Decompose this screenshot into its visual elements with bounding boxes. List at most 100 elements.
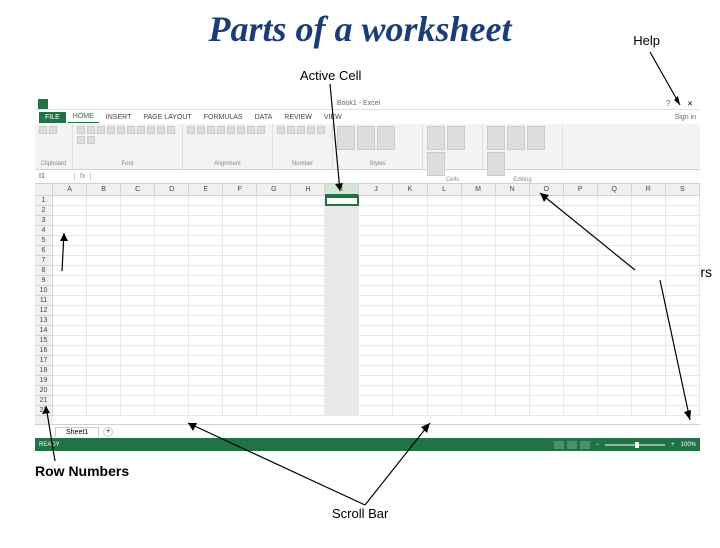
cell[interactable]: [462, 336, 496, 346]
ribbon-button[interactable]: [117, 126, 125, 134]
cell[interactable]: [598, 396, 632, 406]
ribbon-button[interactable]: [307, 126, 315, 134]
cell[interactable]: [530, 406, 564, 416]
cell[interactable]: [462, 386, 496, 396]
cell[interactable]: [496, 326, 530, 336]
cell[interactable]: [257, 266, 291, 276]
cell[interactable]: [598, 346, 632, 356]
cell[interactable]: [666, 266, 700, 276]
cell[interactable]: [87, 326, 121, 336]
column-header[interactable]: I: [325, 184, 359, 196]
cell[interactable]: [359, 326, 393, 336]
cell[interactable]: [87, 356, 121, 366]
cell[interactable]: [53, 286, 87, 296]
cell[interactable]: [189, 346, 223, 356]
cell[interactable]: [53, 296, 87, 306]
cell[interactable]: [359, 216, 393, 226]
cell[interactable]: [496, 276, 530, 286]
cell[interactable]: [257, 406, 291, 416]
cell[interactable]: [87, 256, 121, 266]
cell[interactable]: [325, 356, 359, 366]
ribbon-button[interactable]: [167, 126, 175, 134]
cell[interactable]: [564, 396, 598, 406]
cell[interactable]: [632, 216, 666, 226]
cell[interactable]: [325, 306, 359, 316]
cell[interactable]: [257, 256, 291, 266]
cell[interactable]: [530, 296, 564, 306]
cell[interactable]: [598, 266, 632, 276]
cell[interactable]: [291, 366, 325, 376]
cell[interactable]: [291, 206, 325, 216]
cell[interactable]: [155, 226, 189, 236]
cell[interactable]: [428, 206, 462, 216]
cell[interactable]: [564, 366, 598, 376]
cell[interactable]: [598, 226, 632, 236]
row-header[interactable]: 15: [35, 336, 53, 346]
cell[interactable]: [223, 366, 257, 376]
zoom-slider[interactable]: [605, 444, 665, 446]
cell[interactable]: [393, 366, 427, 376]
cell[interactable]: [359, 296, 393, 306]
cell[interactable]: [291, 246, 325, 256]
cell[interactable]: [291, 296, 325, 306]
row-header[interactable]: 2: [35, 206, 53, 216]
cell[interactable]: [87, 246, 121, 256]
cell[interactable]: [530, 216, 564, 226]
cell[interactable]: [564, 196, 598, 206]
cell[interactable]: [496, 376, 530, 386]
cell[interactable]: [393, 266, 427, 276]
cell[interactable]: [87, 286, 121, 296]
cell[interactable]: [155, 366, 189, 376]
cell[interactable]: [564, 406, 598, 416]
tab-data[interactable]: DATA: [250, 112, 278, 123]
ribbon-button[interactable]: [427, 126, 445, 150]
cell[interactable]: [121, 206, 155, 216]
cell[interactable]: [666, 276, 700, 286]
cell[interactable]: [359, 336, 393, 346]
ribbon-button[interactable]: [39, 126, 47, 134]
cell[interactable]: [87, 306, 121, 316]
column-header[interactable]: R: [632, 184, 666, 196]
cell[interactable]: [291, 256, 325, 266]
ribbon-button[interactable]: [237, 126, 245, 134]
cell[interactable]: [325, 236, 359, 246]
cell[interactable]: [257, 306, 291, 316]
cell[interactable]: [53, 276, 87, 286]
cell[interactable]: [428, 226, 462, 236]
cell[interactable]: [462, 396, 496, 406]
cell[interactable]: [564, 236, 598, 246]
ribbon-button[interactable]: [187, 126, 195, 134]
cell[interactable]: [428, 246, 462, 256]
cell[interactable]: [291, 266, 325, 276]
tab-insert[interactable]: INSERT: [101, 112, 137, 123]
fx-icon[interactable]: fx: [75, 173, 91, 180]
cell[interactable]: [359, 286, 393, 296]
cell[interactable]: [462, 206, 496, 216]
cell[interactable]: [189, 306, 223, 316]
cell[interactable]: [121, 286, 155, 296]
cell[interactable]: [393, 286, 427, 296]
cell[interactable]: [496, 336, 530, 346]
cell[interactable]: [393, 226, 427, 236]
cell[interactable]: [53, 306, 87, 316]
cell[interactable]: [666, 256, 700, 266]
cell[interactable]: [666, 346, 700, 356]
ribbon-button[interactable]: [317, 126, 325, 134]
cell[interactable]: [359, 316, 393, 326]
row-header[interactable]: 13: [35, 316, 53, 326]
cell[interactable]: [359, 406, 393, 416]
cell[interactable]: [462, 376, 496, 386]
cell[interactable]: [530, 326, 564, 336]
ribbon-button[interactable]: [87, 136, 95, 144]
column-header[interactable]: E: [189, 184, 223, 196]
cell[interactable]: [632, 286, 666, 296]
cell[interactable]: [189, 386, 223, 396]
cell[interactable]: [666, 386, 700, 396]
cell[interactable]: [87, 396, 121, 406]
cell[interactable]: [598, 256, 632, 266]
cell[interactable]: [666, 316, 700, 326]
cell[interactable]: [359, 196, 393, 206]
cell[interactable]: [666, 196, 700, 206]
column-header[interactable]: P: [564, 184, 598, 196]
row-header[interactable]: 9: [35, 276, 53, 286]
